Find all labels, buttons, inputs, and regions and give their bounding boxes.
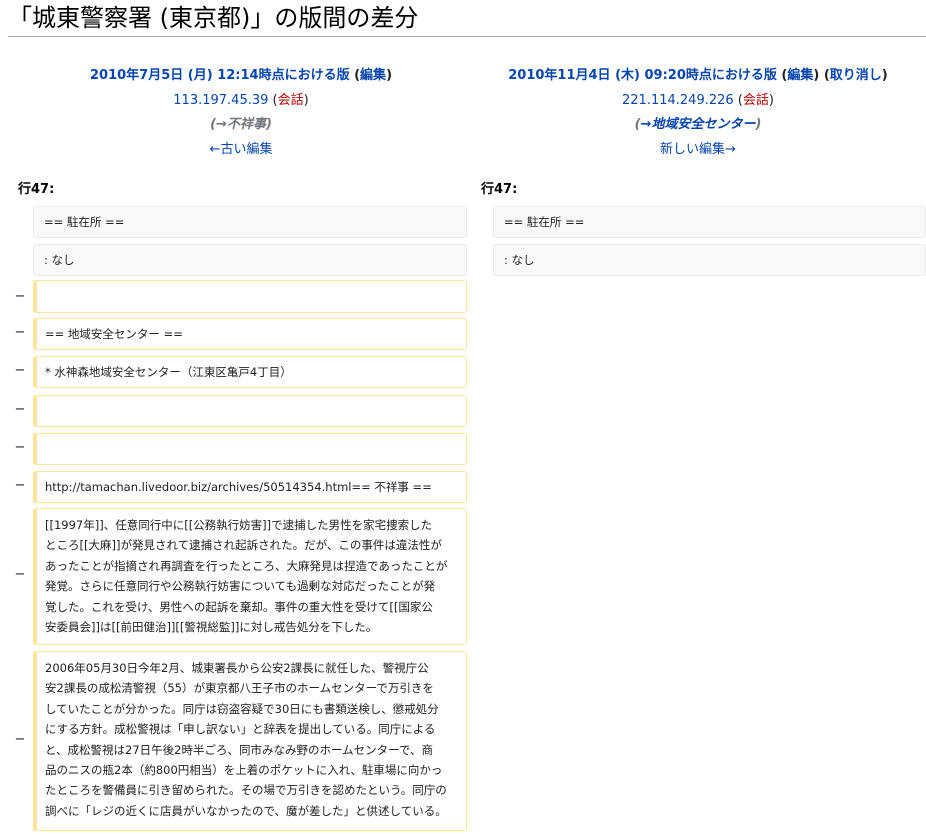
paragraph-text: [[1997年]]、任意同行中に[[公務執行妨害]]で逮捕した男性を家宅捜索した… <box>45 515 447 637</box>
removed-line <box>33 280 467 313</box>
removed-line: * 水神森地域安全センター（江東区亀戸4丁目） <box>33 356 467 388</box>
right-paren-mid: ) ( <box>813 68 830 83</box>
removed-marker: − <box>14 440 26 455</box>
right-line-number: 行47: <box>481 182 518 197</box>
left-talk-close: ) <box>303 92 309 108</box>
left-paren-open: ( <box>349 68 361 83</box>
text-line: たところを警備員に引き留められた。その場で万引きを認めたという。同庁の <box>45 783 447 798</box>
left-paren-close: ) <box>386 68 393 83</box>
right-user-link[interactable]: 221.114.249.226 <box>622 93 734 108</box>
right-summary-section-link[interactable]: →地域安全センター <box>641 117 756 132</box>
text-line: 安委員会]]は[[前田健治]][[警視総監]]に対し戒告処分を下した。 <box>45 620 378 635</box>
left-user-link[interactable]: 113.197.45.39 <box>173 93 268 108</box>
removed-line: == 地域安全センター == <box>33 318 467 350</box>
left-talk-open: ( <box>268 92 278 108</box>
text-line: 安2課長の成松清警視（55）が東京都八王子市のホームセンターで万引きを <box>45 681 434 696</box>
text-line: 発覚。さらに任意同行や公務執行妨害についても過剰な対応だったことが発 <box>45 579 436 594</box>
removed-marker: − <box>14 289 26 304</box>
removed-line: http://tamachan.livedoor.biz/archives/50… <box>33 471 467 503</box>
removed-marker: − <box>14 325 26 340</box>
text-line: 調べに「レジの近くに店員がいなかったので、魔が差した」と供述している。 <box>45 803 447 818</box>
text-line: にする方針。成松警視は「申し訳ない」と辞表を提出している。同庁による <box>45 722 436 737</box>
text-line: 2006年05月30日今年2月、城東署長から公安2課長に就任した、警視庁公 <box>45 661 429 675</box>
text-line: あったことが指摘され再調査を行ったところ、大麻発見は捏造であったことが <box>45 558 448 573</box>
right-summary-close: ) <box>755 117 762 132</box>
left-line-number: 行47: <box>18 182 55 197</box>
left-edit-summary: (→不祥事) <box>210 117 272 132</box>
left-revision-link[interactable]: 2010年7月5日 (月) 12:14時点における版 <box>90 68 350 83</box>
right-talk-link[interactable]: 会話 <box>743 93 769 108</box>
removed-marker: − <box>14 567 26 582</box>
right-paren-open: ( <box>776 68 788 83</box>
text-line: 品のニスの瓶2本（約800円相当）を上着のポケットに入れ、駐車場に向かっ <box>45 763 443 778</box>
right-paren-close: ) <box>881 68 888 83</box>
right-revision-link[interactable]: 2010年11月4日 (木) 09:20時点における版 <box>508 68 777 83</box>
left-edit-link[interactable]: 編集 <box>360 68 386 83</box>
text-line: [[1997年]]、任意同行中に[[公務執行妨害]]で逮捕した男性を家宅捜索した <box>45 518 433 532</box>
page-title: 「城東警察署 (東京都)」の版間の差分 <box>8 2 926 37</box>
right-talk-open: ( <box>733 92 743 108</box>
removed-marker: − <box>14 478 26 493</box>
newer-edit-link[interactable]: 新しい編集→ <box>660 142 736 157</box>
context-line-right: == 駐在所 == <box>493 206 926 238</box>
left-revision-header: 2010年7月5日 (月) 12:14時点における版 (編集) 113.197.… <box>26 64 456 162</box>
undo-link[interactable]: 取り消し <box>830 68 882 83</box>
text-line: 覚した。これを受け、男性への起訴を棄却。事件の重大性を受けて[[国家公 <box>45 599 433 614</box>
paragraph-text: 2006年05月30日今年2月、城東署長から公安2課長に就任した、警視庁公 安2… <box>45 658 447 821</box>
removed-marker: − <box>14 363 26 378</box>
text-line: していたことが分かった。同庁は窃盗容疑で30日にも書類送検し、懲戒処分 <box>45 701 439 716</box>
removed-line <box>33 433 467 465</box>
right-revision-header: 2010年11月4日 (木) 09:20時点における版 (編集) (取り消し) … <box>478 64 918 162</box>
left-talk-link[interactable]: 会話 <box>278 93 304 108</box>
removed-line <box>33 395 467 427</box>
removed-paragraph: 2006年05月30日今年2月、城東署長から公安2課長に就任した、警視庁公 安2… <box>33 651 467 831</box>
removed-marker: − <box>14 732 26 747</box>
older-edit-link[interactable]: ←古い編集 <box>210 142 273 157</box>
removed-paragraph: [[1997年]]、任意同行中に[[公務執行妨害]]で逮捕した男性を家宅捜索した… <box>33 508 467 645</box>
removed-marker: − <box>14 402 26 417</box>
text-line: と、成松警視は27日午後2時半ごろ、同市みなみ野のホームセンターで、商 <box>45 742 433 757</box>
context-line-left: == 駐在所 == <box>33 206 467 238</box>
text-line: ところ[[大麻]]が発見されて逮捕され起訴された。だが、この事件は違法性が <box>45 538 442 553</box>
context-line-right: : なし <box>493 244 926 276</box>
context-line-left: : なし <box>33 244 467 276</box>
right-edit-link[interactable]: 編集 <box>787 68 813 83</box>
right-talk-close: ) <box>768 92 774 108</box>
